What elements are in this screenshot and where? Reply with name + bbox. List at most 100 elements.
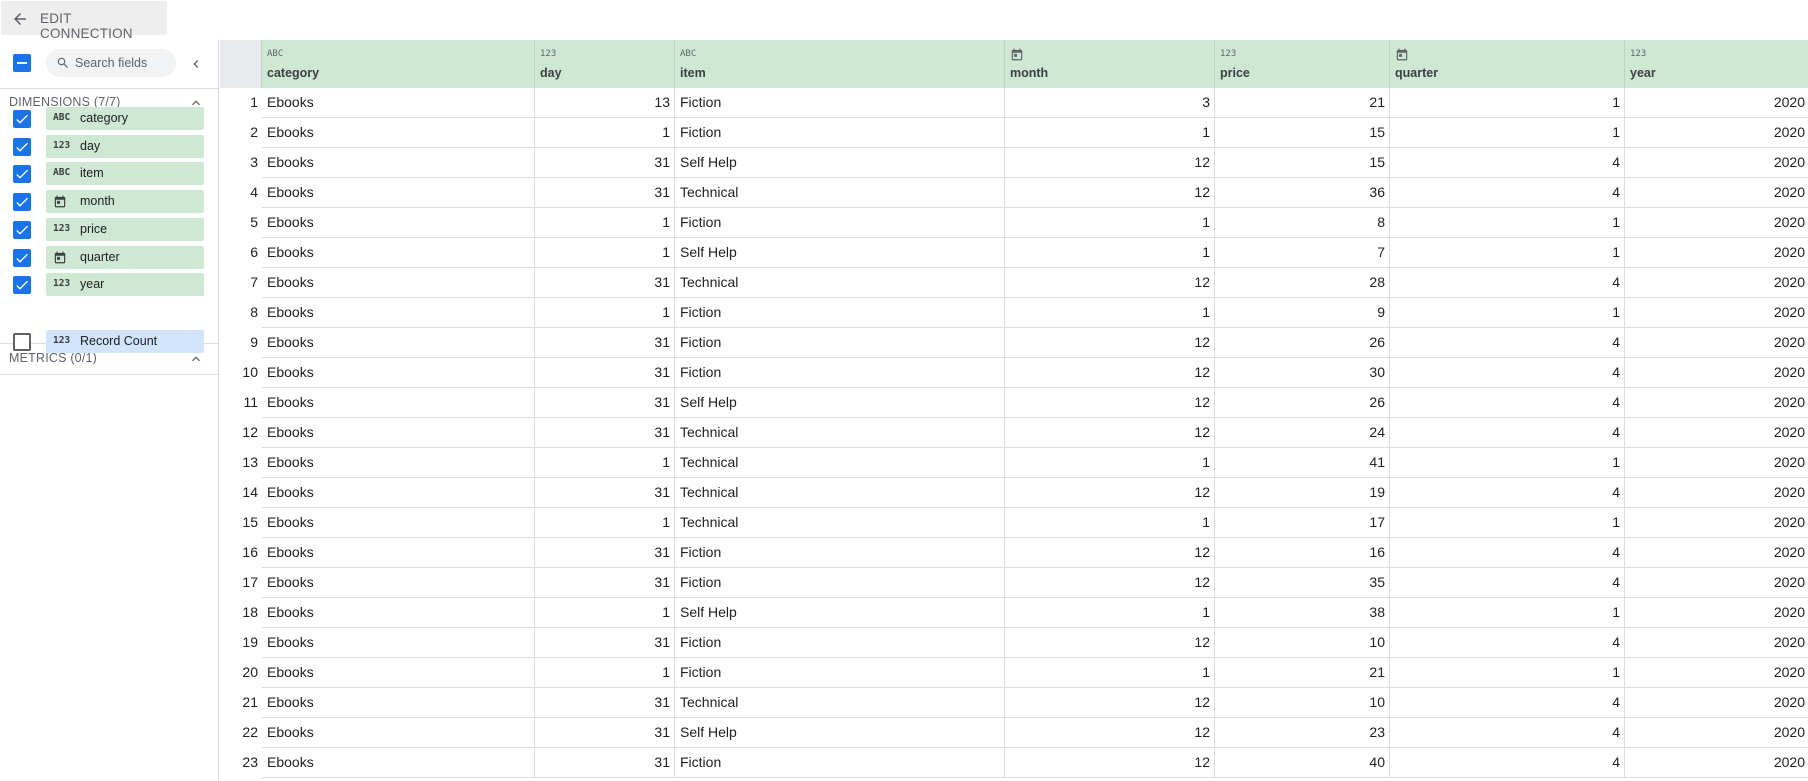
table-cell-price[interactable]: 8 — [1215, 208, 1390, 238]
table-cell-quarter[interactable]: 1 — [1390, 508, 1625, 538]
table-cell-item[interactable]: Technical — [675, 418, 1005, 448]
table-row[interactable]: 11 Ebooks 31 Self Help 12 26 4 2020 — [220, 388, 1808, 418]
table-cell-category[interactable]: Ebooks — [262, 238, 535, 268]
table-cell-year[interactable]: 2020 — [1625, 328, 1808, 358]
table-cell-quarter[interactable]: 4 — [1390, 718, 1625, 748]
table-cell-quarter[interactable]: 4 — [1390, 178, 1625, 208]
table-row[interactable]: 1 Ebooks 13 Fiction 3 21 1 2020 — [220, 88, 1808, 118]
table-cell-day[interactable]: 31 — [535, 478, 675, 508]
field-checkbox[interactable] — [13, 110, 31, 128]
table-cell-price[interactable]: 41 — [1215, 448, 1390, 478]
table-cell-year[interactable]: 2020 — [1625, 88, 1808, 118]
table-cell-item[interactable]: Self Help — [675, 238, 1005, 268]
column-header-month[interactable]: month — [1005, 40, 1215, 88]
table-cell-price[interactable]: 16 — [1215, 538, 1390, 568]
table-row[interactable]: 8 Ebooks 1 Fiction 1 9 1 2020 — [220, 298, 1808, 328]
table-row[interactable]: 17 Ebooks 31 Fiction 12 35 4 2020 — [220, 568, 1808, 598]
table-cell-category[interactable]: Ebooks — [262, 418, 535, 448]
field-chip[interactable]: month — [46, 190, 204, 214]
table-cell-quarter[interactable]: 4 — [1390, 478, 1625, 508]
table-cell-month[interactable]: 12 — [1005, 538, 1215, 568]
table-cell-item[interactable]: Fiction — [675, 568, 1005, 598]
table-cell-quarter[interactable]: 1 — [1390, 238, 1625, 268]
table-cell-month[interactable]: 12 — [1005, 628, 1215, 658]
table-cell-year[interactable]: 2020 — [1625, 388, 1808, 418]
table-row[interactable]: 14 Ebooks 31 Technical 12 19 4 2020 — [220, 478, 1808, 508]
table-cell-month[interactable]: 1 — [1005, 238, 1215, 268]
table-cell-category[interactable]: Ebooks — [262, 598, 535, 628]
table-cell-price[interactable]: 21 — [1215, 658, 1390, 688]
table-row[interactable]: 13 Ebooks 1 Technical 1 41 1 2020 — [220, 448, 1808, 478]
table-cell-quarter[interactable]: 4 — [1390, 268, 1625, 298]
table-cell-month[interactable]: 12 — [1005, 178, 1215, 208]
table-cell-category[interactable]: Ebooks — [262, 298, 535, 328]
table-cell-category[interactable]: Ebooks — [262, 478, 535, 508]
table-cell-item[interactable]: Self Help — [675, 388, 1005, 418]
column-header-day[interactable]: 123 day — [535, 40, 675, 88]
table-cell-price[interactable]: 10 — [1215, 628, 1390, 658]
table-row[interactable]: 3 Ebooks 31 Self Help 12 15 4 2020 — [220, 148, 1808, 178]
table-row[interactable]: 19 Ebooks 31 Fiction 12 10 4 2020 — [220, 628, 1808, 658]
column-header-price[interactable]: 123 price — [1215, 40, 1390, 88]
table-cell-month[interactable]: 1 — [1005, 298, 1215, 328]
table-cell-year[interactable]: 2020 — [1625, 598, 1808, 628]
table-cell-category[interactable]: Ebooks — [262, 748, 535, 778]
table-cell-item[interactable]: Fiction — [675, 628, 1005, 658]
table-cell-year[interactable]: 2020 — [1625, 208, 1808, 238]
table-cell-day[interactable]: 1 — [535, 118, 675, 148]
table-cell-category[interactable]: Ebooks — [262, 88, 535, 118]
table-cell-price[interactable]: 7 — [1215, 238, 1390, 268]
edit-connection-button[interactable]: EDIT CONNECTION — [1, 1, 167, 41]
table-cell-year[interactable]: 2020 — [1625, 718, 1808, 748]
table-cell-quarter[interactable]: 1 — [1390, 298, 1625, 328]
table-row[interactable]: 4 Ebooks 31 Technical 12 36 4 2020 — [220, 178, 1808, 208]
table-cell-quarter[interactable]: 4 — [1390, 538, 1625, 568]
table-cell-item[interactable]: Fiction — [675, 358, 1005, 388]
table-cell-price[interactable]: 26 — [1215, 388, 1390, 418]
table-cell-quarter[interactable]: 4 — [1390, 748, 1625, 778]
table-cell-day[interactable]: 31 — [535, 538, 675, 568]
table-cell-category[interactable]: Ebooks — [262, 508, 535, 538]
table-cell-month[interactable]: 12 — [1005, 568, 1215, 598]
table-cell-month[interactable]: 1 — [1005, 658, 1215, 688]
table-cell-category[interactable]: Ebooks — [262, 208, 535, 238]
table-cell-category[interactable]: Ebooks — [262, 118, 535, 148]
table-cell-day[interactable]: 31 — [535, 178, 675, 208]
table-cell-quarter[interactable]: 4 — [1390, 358, 1625, 388]
field-chip[interactable]: 123 Record Count — [46, 330, 204, 353]
table-cell-item[interactable]: Technical — [675, 508, 1005, 538]
table-cell-quarter[interactable]: 4 — [1390, 328, 1625, 358]
table-cell-item[interactable]: Technical — [675, 448, 1005, 478]
table-cell-year[interactable]: 2020 — [1625, 118, 1808, 148]
table-cell-item[interactable]: Technical — [675, 178, 1005, 208]
table-cell-item[interactable]: Technical — [675, 268, 1005, 298]
table-cell-item[interactable]: Fiction — [675, 748, 1005, 778]
table-cell-month[interactable]: 1 — [1005, 118, 1215, 148]
table-cell-year[interactable]: 2020 — [1625, 358, 1808, 388]
field-chip[interactable]: ABC item — [46, 162, 204, 186]
table-cell-year[interactable]: 2020 — [1625, 148, 1808, 178]
table-cell-item[interactable]: Technical — [675, 478, 1005, 508]
table-cell-month[interactable]: 1 — [1005, 208, 1215, 238]
table-cell-item[interactable]: Technical — [675, 688, 1005, 718]
table-row[interactable]: 21 Ebooks 31 Technical 12 10 4 2020 — [220, 688, 1808, 718]
table-cell-item[interactable]: Fiction — [675, 328, 1005, 358]
table-cell-month[interactable]: 12 — [1005, 478, 1215, 508]
table-cell-quarter[interactable]: 4 — [1390, 388, 1625, 418]
table-cell-month[interactable]: 12 — [1005, 358, 1215, 388]
table-cell-month[interactable]: 12 — [1005, 148, 1215, 178]
field-checkbox[interactable] — [13, 276, 31, 295]
table-cell-category[interactable]: Ebooks — [262, 688, 535, 718]
table-cell-day[interactable]: 31 — [535, 718, 675, 748]
table-cell-month[interactable]: 12 — [1005, 418, 1215, 448]
field-checkbox[interactable] — [13, 333, 31, 351]
table-cell-day[interactable]: 31 — [535, 148, 675, 178]
column-header-item[interactable]: ABC item — [675, 40, 1005, 88]
table-cell-quarter[interactable]: 4 — [1390, 628, 1625, 658]
table-row[interactable]: 5 Ebooks 1 Fiction 1 8 1 2020 — [220, 208, 1808, 238]
table-cell-item[interactable]: Fiction — [675, 88, 1005, 118]
table-cell-item[interactable]: Self Help — [675, 148, 1005, 178]
table-cell-day[interactable]: 31 — [535, 688, 675, 718]
table-cell-price[interactable]: 15 — [1215, 118, 1390, 148]
column-header-quarter[interactable]: quarter — [1390, 40, 1625, 88]
